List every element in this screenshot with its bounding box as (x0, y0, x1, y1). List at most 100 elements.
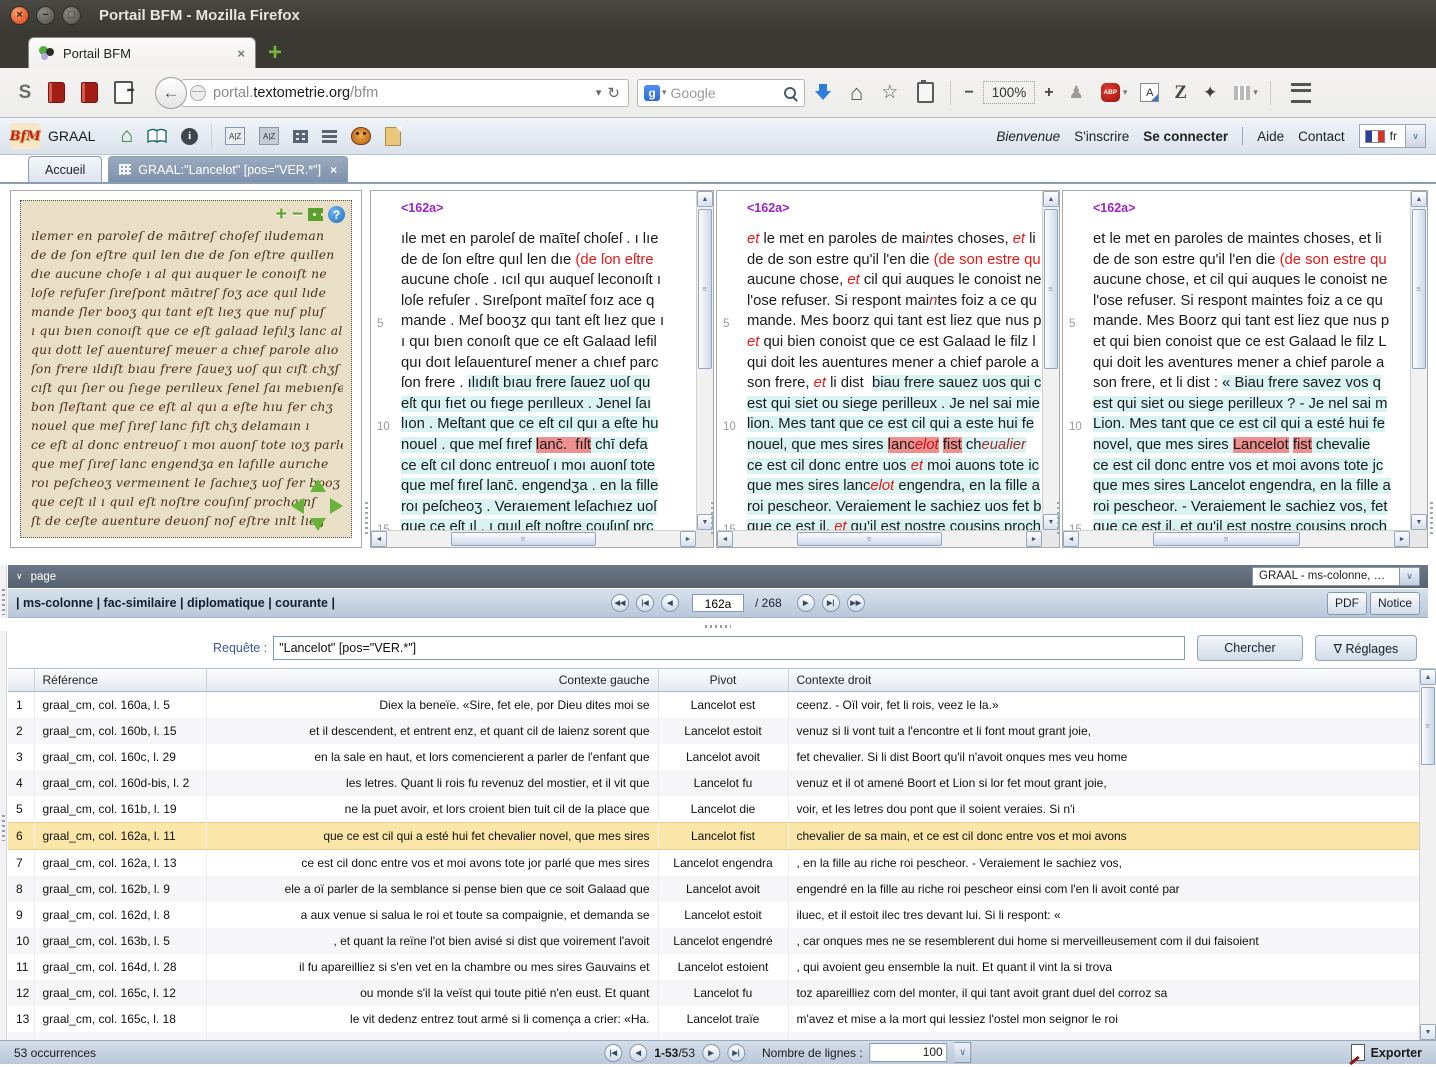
url-dropdown-icon[interactable]: ▾ (596, 86, 602, 99)
cell-lctx[interactable]: le vit dedenz entrez tout armé si li com… (206, 1006, 659, 1032)
bookmark-star-icon[interactable]: ☆ (881, 78, 898, 108)
table-row[interactable]: 13 graal_cm, col. 165c, l. 18 le vit deden… (8, 1006, 1420, 1032)
cell-num[interactable]: 3 (8, 744, 35, 770)
url-bar[interactable]: portal.textometrie.org/bfm ▾ ↻ (181, 78, 629, 107)
cell-rctx[interactable]: m'avez et mise a la mort qui lessiez l'o… (788, 1006, 1420, 1032)
bfm-logo[interactable]: BfM (10, 123, 41, 149)
table-row[interactable]: 11 graal_cm, col. 164d, l. 28 il fu aparei… (8, 954, 1420, 980)
cell-rctx[interactable]: chevalier de sa main, et ce est cil donc… (788, 822, 1420, 850)
prev-results-button[interactable]: ◀ (629, 1043, 648, 1062)
edition-list[interactable]: | ms-colonne | fac-similaire | diplomati… (16, 596, 335, 610)
red-book-icon-2[interactable] (81, 82, 98, 103)
cell-num[interactable]: 2 (8, 718, 35, 744)
cell-pivot[interactable]: Lancelot est (658, 691, 789, 718)
adblock-icon[interactable]: ABP (1100, 83, 1120, 102)
notice-button[interactable]: Notice (1369, 591, 1420, 615)
table-row[interactable]: 1 graal_cm, col. 160a, l. 5 Diex la beneïe… (8, 691, 1420, 718)
cell-pivot[interactable]: Lancelot engendré (658, 928, 789, 954)
zoom-out-button[interactable]: − (964, 78, 973, 108)
cell-num[interactable]: 1 (8, 691, 35, 718)
pdf-button[interactable]: PDF (1326, 591, 1367, 615)
table-row[interactable]: 12 graal_cm, col. 165c, l. 12 ou monde s'i… (8, 980, 1420, 1006)
scroll-right-icon[interactable]: ► (680, 531, 696, 547)
login-link[interactable]: Se connecter (1143, 129, 1228, 144)
pan-left-icon[interactable] (291, 498, 304, 514)
cell-ref[interactable]: graal_cm, col. 162a, l. 11 (34, 822, 207, 850)
first-page-button[interactable]: ◀◀ (611, 594, 629, 612)
page-share-icon[interactable] (114, 81, 135, 104)
header-right-context[interactable]: Contexte droit (788, 669, 1420, 692)
manuscript-image[interactable]: + − ? ılemer en paroleſ de māıtreſ choſe… (20, 200, 352, 538)
cell-lctx[interactable]: et il descendent, et entrent enz, et qua… (206, 718, 659, 744)
cell-ref[interactable]: graal_cm, col. 165c, l. 12 (34, 980, 207, 1006)
cell-num[interactable]: 9 (8, 902, 35, 928)
lexicon-az-icon[interactable]: A|Z (259, 127, 280, 145)
portal-home-icon[interactable]: ⌂ (120, 124, 133, 148)
tab-groups-dropdown-icon[interactable]: ▾ (1253, 87, 1258, 98)
table-row[interactable]: 7 graal_cm, col. 162a, l. 13 ce est cil do… (8, 849, 1420, 876)
table-row[interactable]: 2 graal_cm, col. 160b, l. 15 et il descend… (8, 718, 1420, 744)
tab-concordance-result[interactable]: GRAAL:"Lancelot" [pos="VER.*"] × (108, 156, 349, 182)
horizontal-splitter[interactable] (0, 621, 1436, 631)
search-engine-dropdown-icon[interactable]: ▾ (662, 87, 667, 98)
cell-num[interactable]: 8 (8, 876, 35, 902)
cell-ref[interactable]: graal_cm, col. 162d, l. 8 (34, 902, 207, 928)
txm-mascot-icon[interactable] (351, 127, 372, 145)
export-control[interactable]: Exporter (1350, 1044, 1422, 1061)
prev-page-button[interactable]: ◀ (661, 594, 679, 612)
header-pivot[interactable]: Pivot (658, 669, 789, 692)
table-row[interactable]: 9 graal_cm, col. 162d, l. 8a aux venue si… (8, 902, 1420, 928)
cell-pivot[interactable]: Lancelot avoit (658, 876, 789, 902)
context-lines-icon[interactable] (322, 129, 338, 143)
scrollbar-thumb[interactable]: ≡ (797, 532, 942, 546)
cell-ref[interactable]: graal_cm, col. 160c, l. 29 (34, 744, 207, 770)
scroll-left-icon[interactable]: ◄ (371, 531, 387, 547)
cell-num[interactable]: 12 (8, 980, 35, 1006)
cell-rctx[interactable]: ceenz. - Oïl voir, fet li rois, veez le … (788, 691, 1420, 718)
corpus-dropdown-icon[interactable]: ∨ (1400, 567, 1420, 586)
cell-ref[interactable]: graal_cm, col. 160b, l. 15 (34, 718, 207, 744)
cell-rctx[interactable]: voir, et les letres dou pont que il soie… (788, 796, 1420, 823)
table-row[interactable]: 4 graal_cm, col. 160d-bis, l. 2 les letres… (8, 770, 1420, 796)
table-row[interactable]: 3 graal_cm, col. 160c, l. 29 en la sale en… (8, 744, 1420, 770)
cell-rctx[interactable]: , en la fille au riche roi pescheor. - V… (788, 849, 1420, 876)
cell-lctx[interactable]: en la sale en haut, et lors comencierent… (206, 744, 659, 770)
cell-num[interactable]: 10 (8, 928, 35, 954)
scroll-down-icon[interactable]: ▼ (1420, 1024, 1436, 1040)
tab-groups-icon[interactable] (1234, 85, 1251, 100)
panel-splitter[interactable] (1429, 190, 1434, 548)
home-icon[interactable]: ⌂ (850, 78, 863, 108)
cell-pivot[interactable]: Lancelot traïe (658, 1006, 789, 1032)
pinwheel-extension-icon[interactable]: ✦ (1203, 78, 1217, 108)
pan-down-icon[interactable] (310, 518, 326, 531)
cell-ref[interactable]: graal_cm, col. 160a, l. 5 (34, 691, 207, 718)
table-row[interactable]: 10 graal_cm, col. 163b, l. 5, et quant la… (8, 928, 1420, 954)
cell-lctx[interactable]: Diex la beneïe. «Sire, fet ele, por Dieu… (206, 691, 659, 718)
cell-pivot[interactable]: Lancelot fist (658, 822, 789, 850)
pan-up-icon[interactable] (310, 479, 326, 492)
window-minimize-button[interactable]: − (36, 5, 55, 25)
header-left-context[interactable]: Contexte gauche (206, 669, 659, 692)
next-page-button[interactable]: ▶ (796, 594, 815, 612)
clipboard-icon[interactable] (917, 80, 935, 103)
info-icon[interactable]: i (181, 127, 199, 145)
new-tab-button[interactable]: + (268, 41, 282, 65)
cell-lctx[interactable]: ne la puet avoir, et lors croient bien t… (206, 796, 659, 823)
pan-right-icon[interactable] (330, 498, 343, 514)
tab-close-icon[interactable]: × (237, 46, 245, 61)
reload-icon[interactable]: ↻ (607, 84, 620, 102)
zotero-icon[interactable]: Z (1174, 78, 1187, 108)
panel-splitter[interactable] (364, 190, 369, 548)
scroll-right-icon[interactable]: ► (1394, 531, 1410, 547)
vertical-scrollbar[interactable]: ▲ ≡ ▼ (1410, 191, 1427, 530)
cell-rctx[interactable]: engendré en la fille au riche roi pesche… (788, 876, 1420, 902)
open-book-icon[interactable] (147, 128, 167, 144)
signup-link[interactable]: S'inscrire (1074, 129, 1129, 144)
cell-lctx[interactable]: ce est cil donc entre vos et moi avons t… (206, 849, 659, 876)
cell-num[interactable]: 5 (8, 796, 35, 823)
tab-accueil[interactable]: Accueil (28, 156, 103, 182)
panel-splitter[interactable] (710, 190, 715, 548)
cell-lctx[interactable]: ou monde s'il la veïst qui toute pitié n… (206, 980, 659, 1006)
index-az-icon[interactable]: A|Z (225, 127, 246, 145)
browser-tab[interactable]: Portail BFM × (28, 37, 256, 68)
